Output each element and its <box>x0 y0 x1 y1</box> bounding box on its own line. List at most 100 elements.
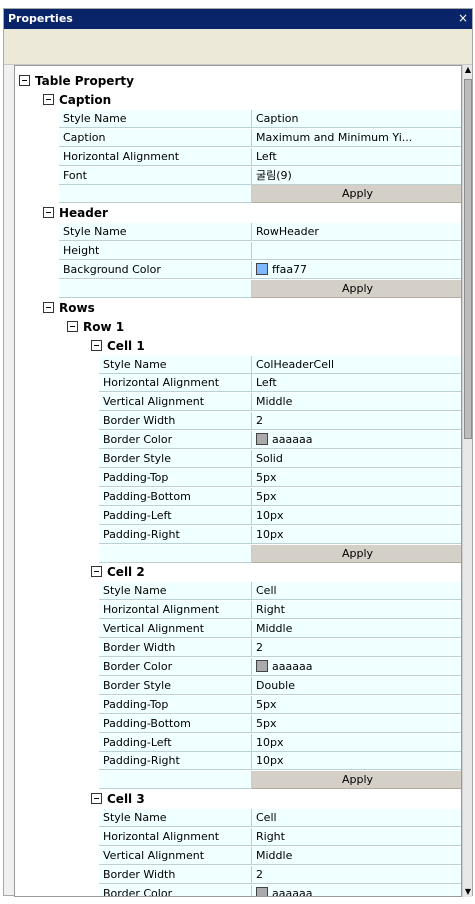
cell-1-property-row[interactable]: Horizontal Alignment Left <box>15 374 461 393</box>
cell-2-property-row[interactable]: Border Style Double <box>15 676 461 695</box>
collapse-toggle-icon[interactable] <box>91 339 102 351</box>
property-value[interactable]: Solid <box>252 450 461 468</box>
property-value[interactable]: 2 <box>252 412 461 431</box>
cell-2-property-row[interactable]: Horizontal Alignment Right <box>15 601 461 620</box>
cell-1-property-row[interactable]: Border Style Solid <box>15 450 461 468</box>
caption-property-row[interactable]: Horizontal Alignment Left <box>15 147 461 166</box>
property-value[interactable]: 10px <box>252 752 461 771</box>
cell-3-property-row[interactable]: Horizontal Alignment Right <box>15 828 461 846</box>
caption-apply-button[interactable]: Apply <box>252 185 461 204</box>
cell-2-property-row[interactable]: Style Name Cell <box>15 582 461 601</box>
color-swatch[interactable] <box>256 433 268 446</box>
property-value[interactable]: aaaaaa <box>252 657 461 676</box>
caption-property-row[interactable]: Font 굴림(9) <box>15 166 461 185</box>
cell-2-apply-button[interactable]: Apply <box>252 771 461 790</box>
property-name: Style Name <box>59 109 252 128</box>
property-value[interactable]: 5px <box>252 468 461 487</box>
property-value[interactable]: Caption <box>252 109 461 128</box>
caption-node[interactable]: Caption <box>15 91 461 109</box>
cell-2-property-row[interactable]: Padding-Left 10px <box>15 733 461 752</box>
property-value[interactable]: 5px <box>252 714 461 733</box>
property-value[interactable]: 2 <box>252 639 461 657</box>
property-value[interactable]: Middle <box>252 393 461 412</box>
property-value[interactable]: RowHeader <box>252 223 461 242</box>
property-name: Padding-Top <box>99 695 252 714</box>
cell-1-property-row[interactable]: Padding-Top 5px <box>15 468 461 487</box>
collapse-toggle-icon[interactable] <box>91 566 102 578</box>
cell-3-property-row[interactable]: Vertical Alignment Middle <box>15 846 461 865</box>
collapse-toggle-icon[interactable] <box>67 320 78 332</box>
property-value[interactable]: Double <box>252 676 461 695</box>
color-swatch[interactable] <box>256 659 268 672</box>
cell-2-property-row[interactable]: Padding-Top 5px <box>15 695 461 714</box>
property-value[interactable]: Middle <box>252 846 461 865</box>
caption-property-row[interactable]: Caption Maximum and Minimum Yi... <box>15 128 461 147</box>
property-value[interactable]: 10px <box>252 506 461 525</box>
property-value[interactable]: 10px <box>252 733 461 752</box>
row-1-node[interactable]: Row 1 <box>15 318 461 336</box>
property-value[interactable]: 굴림(9) <box>252 166 461 185</box>
collapse-toggle-icon[interactable] <box>43 301 54 313</box>
property-value[interactable]: aaaaaa <box>252 431 461 450</box>
color-swatch[interactable] <box>256 263 268 275</box>
property-value[interactable]: Cell <box>252 809 461 828</box>
cell-2-property-row[interactable]: Border Width 2 <box>15 639 461 657</box>
collapse-toggle-icon[interactable] <box>91 793 102 805</box>
cell-1-property-row[interactable]: Padding-Right 10px <box>15 525 461 544</box>
scroll-down-icon[interactable]: ▼ <box>463 887 473 897</box>
property-name: Border Width <box>99 412 252 431</box>
color-swatch[interactable] <box>256 886 268 896</box>
cell-1-node[interactable]: Cell 1 <box>15 337 461 355</box>
header-node[interactable]: Header <box>15 204 461 222</box>
scroll-up-icon[interactable]: ▲ <box>463 65 473 75</box>
property-value[interactable]: ffaa77 <box>252 261 461 279</box>
cell-2-property-row[interactable]: Border Color aaaaaa <box>15 657 461 676</box>
header-property-row[interactable]: Style Name RowHeader <box>15 223 461 242</box>
header-apply-button[interactable]: Apply <box>252 279 461 298</box>
scroll-thumb[interactable] <box>464 79 472 439</box>
property-value[interactable]: 5px <box>252 695 461 714</box>
collapse-toggle-icon[interactable] <box>43 93 54 105</box>
cell-3-property-row[interactable]: Style Name Cell <box>15 809 461 828</box>
collapse-toggle-icon[interactable] <box>19 75 30 86</box>
property-value[interactable]: 10px <box>252 525 461 544</box>
property-value[interactable]: Left <box>252 374 461 393</box>
header-property-row[interactable]: Background Color ffaa77 <box>15 261 461 279</box>
table-property-node[interactable]: Table Property <box>15 72 461 90</box>
cell-1-property-row[interactable]: Padding-Left 10px <box>15 506 461 525</box>
close-icon[interactable]: × <box>456 11 470 26</box>
window-title: Properties <box>8 12 73 25</box>
cell-1-apply-button[interactable]: Apply <box>252 544 461 563</box>
collapse-toggle-icon[interactable] <box>43 207 54 219</box>
cell-1-property-row[interactable]: Style Name ColHeaderCell <box>15 355 461 374</box>
property-value[interactable]: Maximum and Minimum Yi... <box>252 128 461 147</box>
cell-1-property-row[interactable]: Vertical Alignment Middle <box>15 393 461 412</box>
cell-2-property-row[interactable]: Vertical Alignment Middle <box>15 620 461 639</box>
vertical-scrollbar[interactable]: ▲ ▼ <box>462 65 472 897</box>
cell-2-node[interactable]: Cell 2 <box>15 563 461 581</box>
cell-3-property-row[interactable]: Border Width 2 <box>15 865 461 884</box>
caption-property-row[interactable]: Style Name Caption <box>15 109 461 128</box>
cell-3-property-row[interactable]: Border Color aaaaaa <box>15 884 461 896</box>
property-value[interactable]: Left <box>252 147 461 166</box>
cell-1-property-row[interactable]: Border Color aaaaaa <box>15 431 461 450</box>
property-value[interactable]: ColHeaderCell <box>252 355 461 374</box>
rows-node[interactable]: Rows <box>15 299 461 317</box>
property-value[interactable]: aaaaaa <box>252 884 461 896</box>
property-value[interactable]: 2 <box>252 865 461 884</box>
cell-3-node[interactable]: Cell 3 <box>15 790 461 808</box>
cell-1-property-row[interactable]: Padding-Bottom 5px <box>15 487 461 506</box>
header-property-row[interactable]: Height <box>15 242 461 261</box>
property-value[interactable]: Middle <box>252 620 461 639</box>
property-value[interactable]: Right <box>252 601 461 620</box>
cell-1-property-row[interactable]: Border Width 2 <box>15 412 461 431</box>
property-value[interactable] <box>252 242 461 261</box>
caption-node-label: Caption <box>59 92 112 107</box>
property-value[interactable]: Right <box>252 828 461 846</box>
property-name: Border Style <box>99 450 252 468</box>
property-value[interactable]: Cell <box>252 582 461 601</box>
property-value[interactable]: 5px <box>252 487 461 506</box>
cell-2-property-row[interactable]: Padding-Bottom 5px <box>15 714 461 733</box>
cell-2-property-row[interactable]: Padding-Right 10px <box>15 752 461 771</box>
properties-window: Properties × Table Property Caption Style … <box>3 8 473 897</box>
